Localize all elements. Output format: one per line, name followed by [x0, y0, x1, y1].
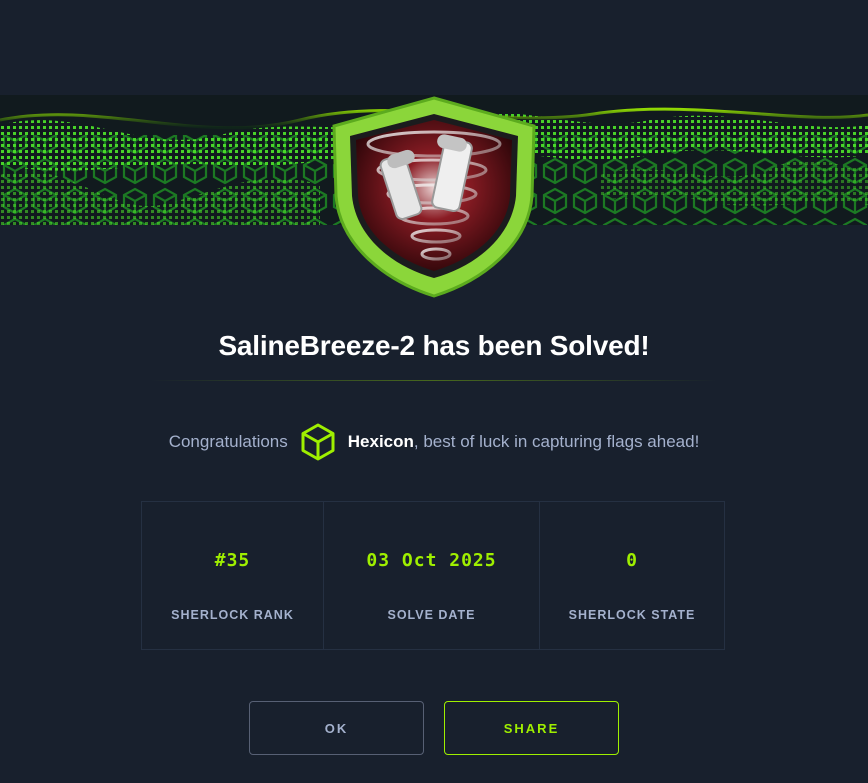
stat-sherlock-rank: #35 SHERLOCK RANK	[142, 502, 324, 649]
username[interactable]: Hexicon	[348, 432, 414, 452]
stats-panel: #35 SHERLOCK RANK 03 Oct 2025 SOLVE DATE…	[141, 501, 725, 650]
congrats-prefix: Congratulations	[168, 432, 288, 451]
stat-label: SHERLOCK RANK	[171, 608, 294, 622]
stat-label: SHERLOCK STATE	[568, 608, 696, 622]
stat-value: #35	[214, 550, 251, 571]
page-title: SalineBreeze-2 has been Solved!	[218, 330, 650, 361]
cube-icon	[301, 423, 335, 461]
stat-value: 03 Oct 2025	[366, 550, 497, 571]
congrats-suffix: , best of luck in capturing flags ahead!	[413, 432, 700, 451]
stat-sherlock-state: 0 SHERLOCK STATE	[540, 502, 724, 649]
title-divider	[150, 380, 718, 381]
stat-value: 0	[626, 550, 638, 571]
stat-solve-date: 03 Oct 2025 SOLVE DATE	[324, 502, 540, 649]
share-button[interactable]: SHARE	[444, 701, 619, 755]
congratulations-message: Congratulations Hexicon, best of luck in…	[0, 420, 868, 464]
stat-label: SOLVE DATE	[387, 608, 476, 622]
tornado-shield-badge-icon	[332, 96, 536, 298]
ok-button[interactable]: OK	[249, 701, 424, 755]
